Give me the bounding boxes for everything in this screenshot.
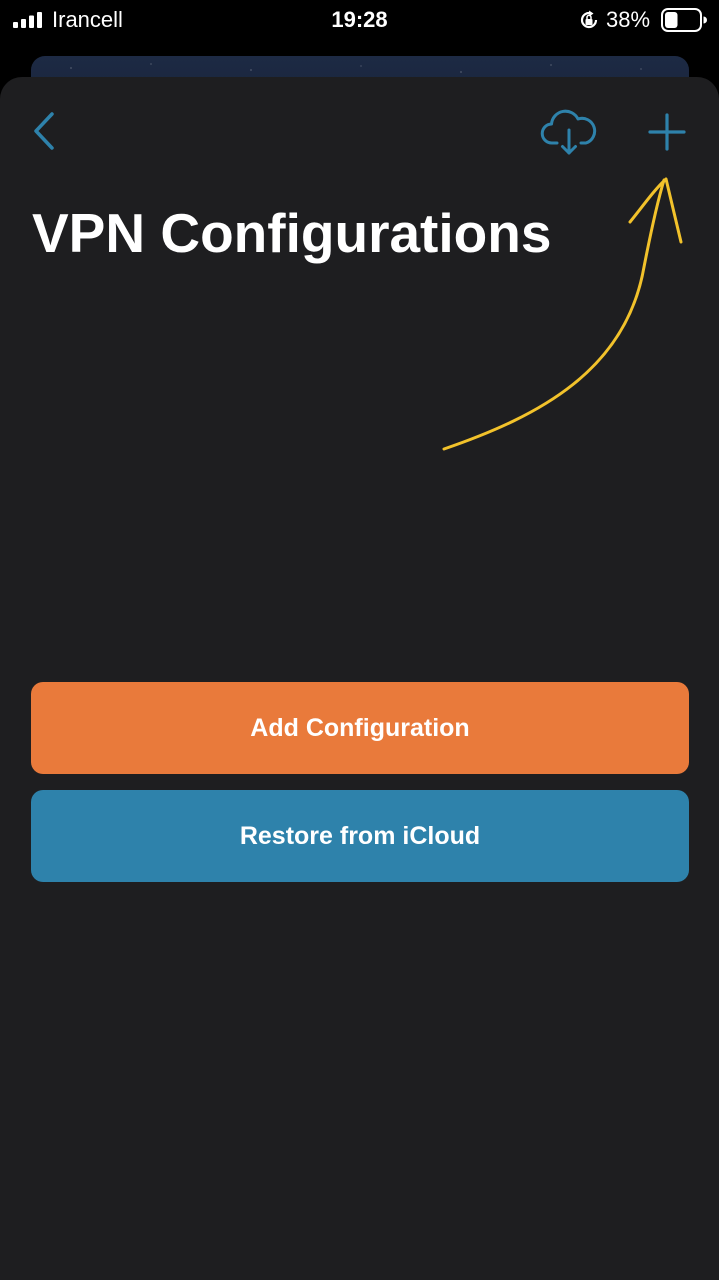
restore-from-icloud-button[interactable]: Restore from iCloud	[31, 790, 689, 882]
page-title: VPN Configurations	[32, 202, 552, 264]
status-bar: Irancell 19:28 38%	[0, 0, 719, 40]
cloud-download-icon[interactable]	[540, 108, 598, 156]
add-configuration-label: Add Configuration	[250, 713, 470, 742]
chevron-left-icon[interactable]	[28, 108, 62, 154]
add-configuration-button[interactable]: Add Configuration	[31, 682, 689, 774]
orientation-lock-icon	[580, 10, 598, 29]
battery-percent: 38%	[606, 7, 651, 32]
plus-icon[interactable]	[646, 111, 688, 153]
restore-from-icloud-label: Restore from iCloud	[239, 821, 481, 850]
battery-icon	[661, 8, 707, 32]
screen: Irancell 19:28 38% VPN Configurations Ad…	[0, 0, 719, 1280]
